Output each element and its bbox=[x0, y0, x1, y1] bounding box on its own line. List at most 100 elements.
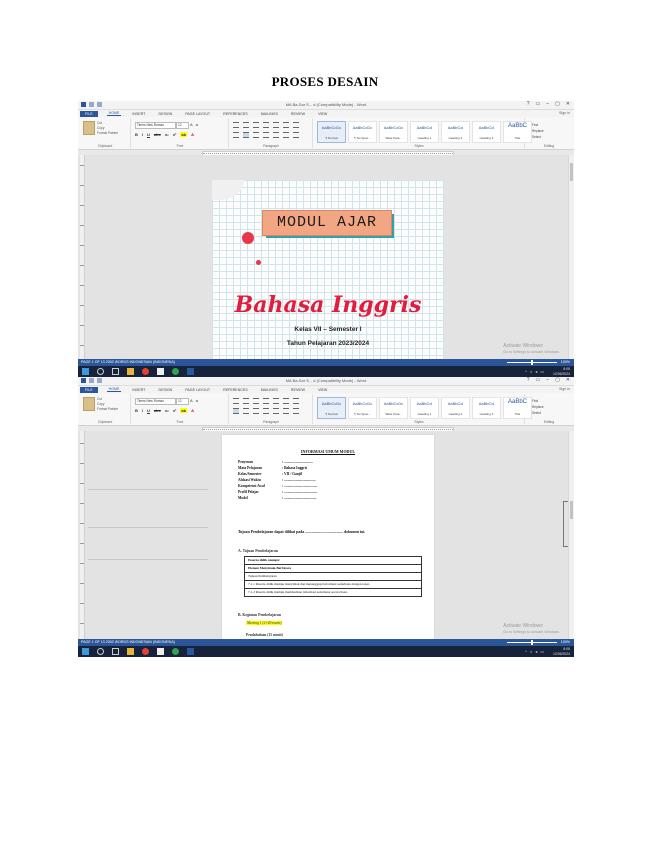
speaker-icon[interactable]: ◂ bbox=[535, 369, 537, 374]
subscript-icon[interactable]: x₂ bbox=[165, 132, 169, 137]
cover-page[interactable]: MODUL AJAR Bahasa Inggris Kelas VII – Se… bbox=[212, 180, 444, 359]
borders-icon[interactable] bbox=[293, 132, 299, 138]
italic-icon[interactable]: I bbox=[142, 408, 143, 413]
align-left-icon[interactable] bbox=[233, 408, 239, 414]
vertical-ruler[interactable] bbox=[80, 431, 85, 639]
increase-indent-icon[interactable] bbox=[273, 122, 279, 128]
search-icon[interactable] bbox=[97, 648, 104, 655]
tab-references[interactable]: REFERENCES bbox=[221, 388, 250, 392]
chevron-up-icon[interactable]: ^ bbox=[525, 649, 527, 654]
format-painter-button[interactable]: Format Painter bbox=[97, 407, 118, 412]
task-view-icon[interactable] bbox=[112, 368, 119, 375]
tab-insert[interactable]: INSERT bbox=[130, 112, 147, 116]
sort-icon[interactable] bbox=[283, 122, 289, 128]
store-icon[interactable] bbox=[157, 368, 164, 375]
style-table-paragraph[interactable]: AaBbCcDc Table Para... bbox=[379, 397, 408, 419]
multilevel-icon[interactable] bbox=[253, 398, 259, 404]
word-icon[interactable] bbox=[187, 648, 194, 655]
highlight-icon[interactable]: ab bbox=[180, 408, 188, 413]
align-center-icon[interactable] bbox=[243, 408, 249, 414]
system-tray-icons[interactable]: ^ ≈ ◂ ▭ bbox=[525, 369, 544, 374]
style-heading-1[interactable]: AaBbCcl Heading 1 bbox=[410, 121, 439, 143]
style-heading-2[interactable]: AaBbCcl Heading 2 bbox=[441, 397, 470, 419]
borders-icon[interactable] bbox=[293, 408, 299, 414]
shrink-font-icon[interactable]: a bbox=[196, 122, 198, 127]
zoom-control[interactable]: 100% bbox=[506, 359, 570, 366]
search-icon[interactable] bbox=[97, 368, 104, 375]
tab-mailings[interactable]: MAILINGS bbox=[259, 388, 280, 392]
increase-indent-icon[interactable] bbox=[273, 398, 279, 404]
tab-view[interactable]: VIEW bbox=[316, 112, 329, 116]
strikethrough-icon[interactable]: abc bbox=[154, 408, 161, 413]
tab-home[interactable]: HOME bbox=[106, 387, 122, 392]
tab-review[interactable]: REVIEW bbox=[289, 388, 307, 392]
align-right-icon[interactable] bbox=[253, 408, 259, 414]
line-spacing-icon[interactable] bbox=[273, 408, 279, 414]
decrease-indent-icon[interactable] bbox=[263, 398, 269, 404]
store-icon[interactable] bbox=[157, 648, 164, 655]
wifi-icon[interactable]: ≈ bbox=[530, 649, 532, 654]
tab-references[interactable]: REFERENCES bbox=[221, 112, 250, 116]
file-explorer-icon[interactable] bbox=[127, 648, 134, 655]
notifications-icon[interactable]: ▭ bbox=[540, 649, 544, 654]
multilevel-icon[interactable] bbox=[253, 122, 259, 128]
font-size-select[interactable]: 12 bbox=[176, 122, 189, 129]
shading-icon[interactable] bbox=[283, 132, 289, 138]
font-name-select[interactable]: Times New Roman bbox=[135, 398, 176, 405]
numbering-icon[interactable] bbox=[243, 122, 249, 128]
chrome-alt-icon[interactable] bbox=[172, 648, 179, 655]
zoom-slider[interactable] bbox=[506, 360, 557, 365]
window-controls[interactable]: ? ▭ – ▢ ✕ bbox=[527, 377, 570, 383]
task-view-icon[interactable] bbox=[112, 648, 119, 655]
align-center-icon[interactable] bbox=[243, 132, 249, 138]
notifications-icon[interactable]: ▭ bbox=[540, 369, 544, 374]
document-page[interactable]: INFORMASI UMUM MODUL Penyusun: .........… bbox=[222, 435, 434, 639]
style-heading-2[interactable]: AaBbCcl Heading 2 bbox=[441, 121, 470, 143]
grow-font-icon[interactable]: A bbox=[190, 398, 193, 403]
highlight-icon[interactable]: ab bbox=[180, 132, 188, 137]
show-marks-icon[interactable] bbox=[293, 398, 299, 404]
tab-page-layout[interactable]: PAGE LAYOUT bbox=[183, 388, 212, 392]
ribbon-display-icon[interactable]: ▭ bbox=[536, 377, 541, 383]
style-heading-1[interactable]: AaBbCcl Heading 1 bbox=[410, 397, 439, 419]
style-normal[interactable]: AaBbCcDc ¶ Normal bbox=[317, 397, 346, 419]
close-icon[interactable]: ✕ bbox=[566, 377, 570, 383]
chrome-icon[interactable] bbox=[142, 368, 149, 375]
zoom-level[interactable]: 100% bbox=[561, 359, 570, 366]
grow-font-icon[interactable]: A bbox=[190, 122, 193, 127]
paste-icon[interactable] bbox=[83, 397, 95, 411]
zoom-slider[interactable] bbox=[506, 640, 557, 645]
font-color-icon[interactable]: A bbox=[191, 132, 194, 137]
bullets-icon[interactable] bbox=[233, 122, 239, 128]
font-name-select[interactable]: Times New Roman bbox=[135, 122, 176, 129]
decrease-indent-icon[interactable] bbox=[263, 122, 269, 128]
help-icon[interactable]: ? bbox=[527, 101, 530, 107]
ribbon-display-icon[interactable]: ▭ bbox=[536, 101, 541, 107]
bullets-icon[interactable] bbox=[233, 398, 239, 404]
chrome-alt-icon[interactable] bbox=[172, 368, 179, 375]
underline-icon[interactable]: U bbox=[147, 408, 150, 413]
sort-icon[interactable] bbox=[283, 398, 289, 404]
signin-link[interactable]: Sign in bbox=[559, 387, 570, 391]
speaker-icon[interactable]: ◂ bbox=[535, 649, 537, 654]
system-tray-icons[interactable]: ^ ≈ ◂ ▭ bbox=[525, 649, 544, 654]
select-button[interactable]: Select bbox=[532, 134, 544, 140]
shading-icon[interactable] bbox=[283, 408, 289, 414]
maximize-icon[interactable]: ▢ bbox=[555, 101, 560, 107]
chevron-up-icon[interactable]: ^ bbox=[525, 369, 527, 374]
style-table-paragraph[interactable]: AaBbCcDc Table Para... bbox=[379, 121, 408, 143]
strikethrough-icon[interactable]: abc bbox=[154, 132, 161, 137]
vertical-scrollbar[interactable] bbox=[568, 155, 574, 359]
maximize-icon[interactable]: ▢ bbox=[555, 377, 560, 383]
word-icon[interactable] bbox=[187, 368, 194, 375]
underline-icon[interactable]: U bbox=[147, 132, 150, 137]
vertical-ruler[interactable] bbox=[80, 155, 85, 359]
line-spacing-icon[interactable] bbox=[273, 132, 279, 138]
justify-icon[interactable] bbox=[263, 408, 269, 414]
signin-link[interactable]: Sign in bbox=[559, 111, 570, 115]
system-clock[interactable]: 8:08 12/06/2024 bbox=[553, 367, 570, 376]
font-size-select[interactable]: 12 bbox=[176, 398, 189, 405]
tab-view[interactable]: VIEW bbox=[316, 388, 329, 392]
tab-insert[interactable]: INSERT bbox=[130, 388, 147, 392]
zoom-control[interactable]: 100% bbox=[506, 639, 570, 646]
